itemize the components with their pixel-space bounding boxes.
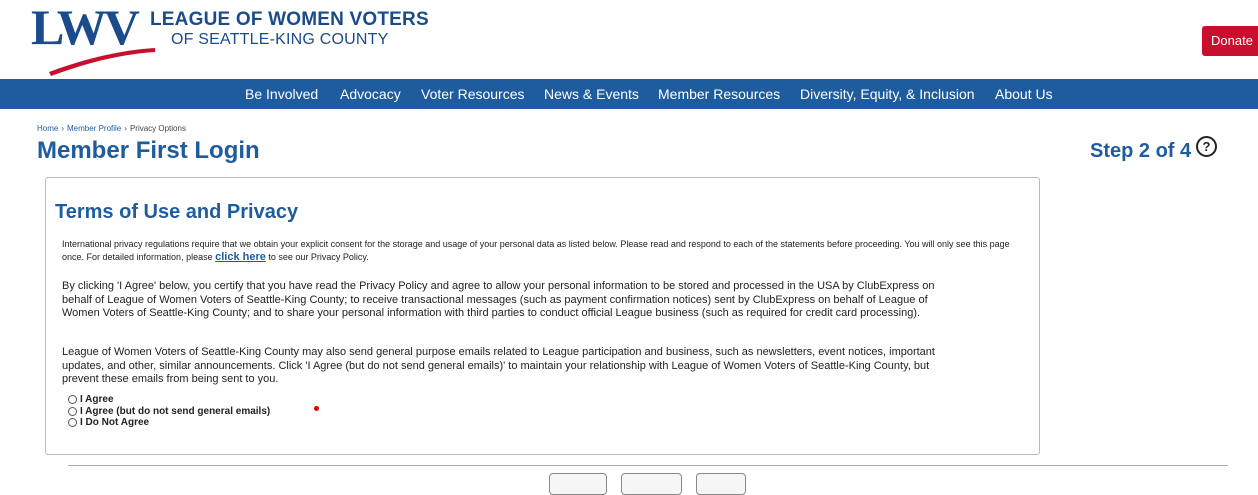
nav-about-us[interactable]: About Us xyxy=(995,79,1053,109)
breadcrumb-member-profile[interactable]: Member Profile xyxy=(67,124,121,133)
option-label: I Do Not Agree xyxy=(80,417,150,428)
action-button-3[interactable] xyxy=(696,473,746,495)
option-label: I Agree (but do not send general emails) xyxy=(80,405,271,417)
consent-paragraph: By clicking 'I Agree' below, you certify… xyxy=(62,280,935,319)
option-i-agree[interactable]: I Agree xyxy=(68,394,270,406)
breadcrumb: Home › Member Profile › Privacy Options xyxy=(37,124,186,133)
donate-button[interactable]: Donate xyxy=(1202,26,1258,56)
logo-mark: LWV xyxy=(31,0,140,55)
terms-intro: International privacy regulations requir… xyxy=(62,238,1022,264)
logo-subtitle: OF SEATTLE-KING COUNTY xyxy=(171,31,389,48)
nav-advocacy[interactable]: Advocacy xyxy=(340,79,401,109)
main-nav: Be Involved Advocacy Voter Resources New… xyxy=(0,79,1258,109)
breadcrumb-separator: › xyxy=(61,124,65,133)
nav-member-resources[interactable]: Member Resources xyxy=(658,79,780,109)
radio-button[interactable] xyxy=(68,418,77,428)
logo-title: LEAGUE OF WOMEN VOTERS xyxy=(150,9,429,30)
option-i-agree-no-emails[interactable]: I Agree (but do not send general emails) xyxy=(68,406,270,418)
consent-options: I Agree I Agree (but do not send general… xyxy=(68,394,270,429)
action-button-2[interactable] xyxy=(621,473,682,495)
action-button-1[interactable] xyxy=(549,473,607,495)
terms-title: Terms of Use and Privacy xyxy=(55,201,299,223)
breadcrumb-current: Privacy Options xyxy=(129,124,186,133)
step-indicator: Step 2 of 4 xyxy=(1090,140,1192,162)
nav-voter-resources[interactable]: Voter Resources xyxy=(421,79,525,109)
breadcrumb-separator: › xyxy=(124,124,127,133)
intro-text: International privacy regulations requir… xyxy=(62,239,1010,262)
intro-text-end: to see our Privacy Policy. xyxy=(265,252,369,262)
cursor-marker xyxy=(314,406,319,411)
nav-diversity-equity-inclusion[interactable]: Diversity, Equity, & Inclusion xyxy=(800,79,975,109)
option-i-do-not-agree[interactable]: I Do Not Agree xyxy=(68,417,270,429)
nav-be-involved[interactable]: Be Involved xyxy=(245,79,318,109)
nav-news-events[interactable]: News & Events xyxy=(544,79,639,109)
radio-button[interactable] xyxy=(68,395,77,405)
divider xyxy=(68,465,1228,466)
breadcrumb-home[interactable]: Home xyxy=(37,124,58,133)
page-title: Member First Login xyxy=(37,137,260,164)
option-label: I Agree xyxy=(80,394,114,405)
privacy-policy-link[interactable]: click here xyxy=(215,251,266,263)
email-paragraph: League of Women Voters of Seattle-King C… xyxy=(62,346,935,385)
radio-button[interactable] xyxy=(68,406,77,416)
help-icon[interactable]: ? xyxy=(1196,136,1217,157)
